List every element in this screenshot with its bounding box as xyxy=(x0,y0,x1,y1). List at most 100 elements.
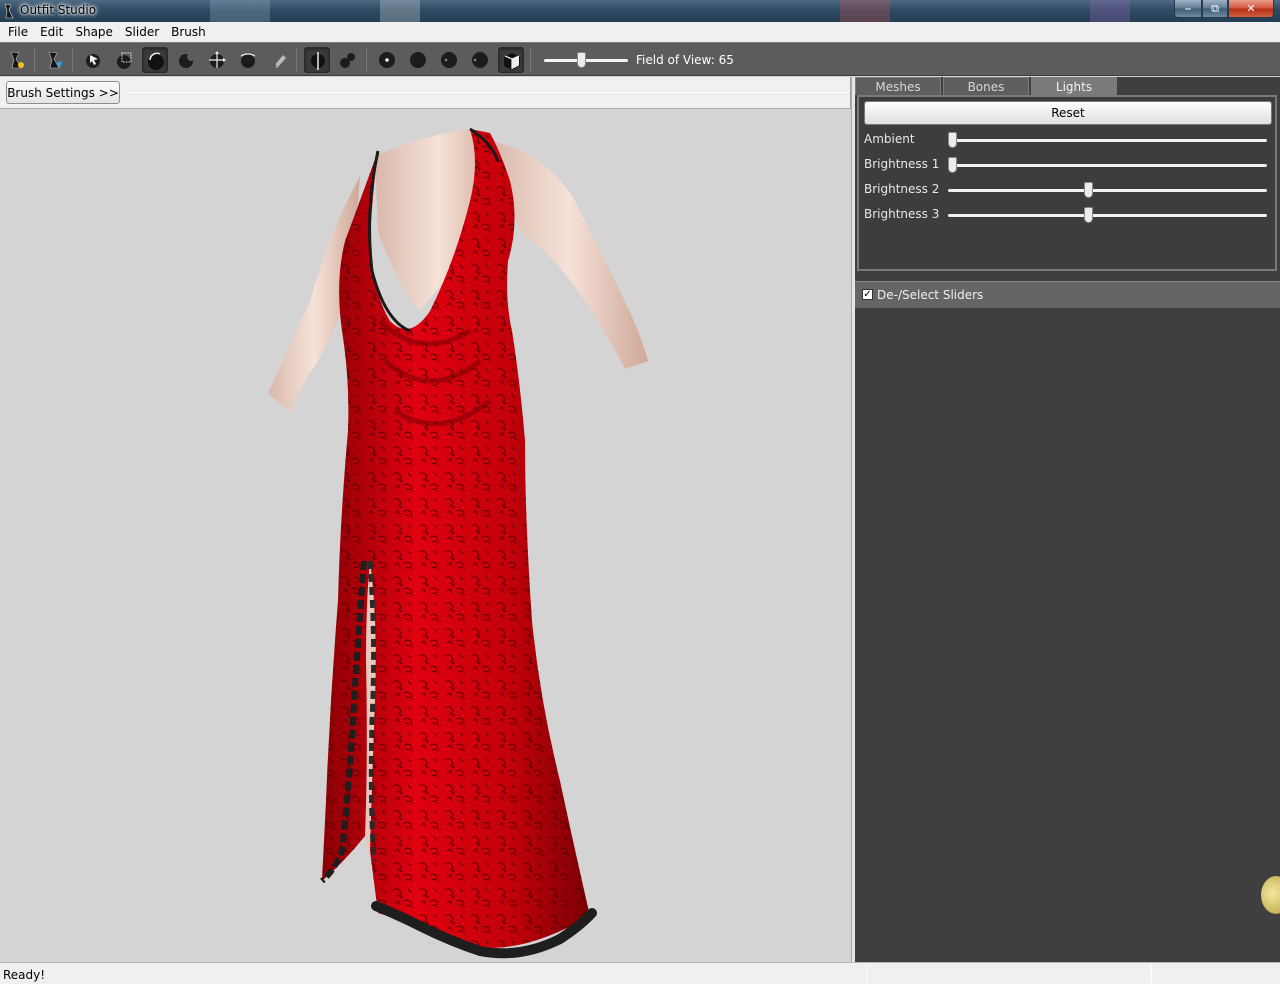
restore-icon: ⧉ xyxy=(1211,1,1219,15)
smooth-brush-button[interactable] xyxy=(235,47,261,73)
minimize-button[interactable]: ⎯ xyxy=(1174,0,1202,18)
brightness-3-row: Brightness 3 xyxy=(864,205,1274,225)
mask-brush-button[interactable] xyxy=(111,47,137,73)
brush-size-xlarge-button[interactable] xyxy=(467,47,493,73)
menu-bar: File Edit Shape Slider Brush xyxy=(0,22,1280,42)
tab-meshes[interactable]: Meshes xyxy=(855,77,941,95)
brush-settings-bar: Brush Settings >> xyxy=(0,77,851,108)
move-brush-icon xyxy=(209,51,226,68)
lights-panel: Reset Ambient Brightness 1 Brightness 2 … xyxy=(857,95,1277,271)
right-arm xyxy=(490,141,648,369)
brightness-3-label: Brightness 3 xyxy=(864,207,940,221)
brightness-2-row: Brightness 2 xyxy=(864,180,1274,200)
brush-size-small-button[interactable] xyxy=(374,47,400,73)
field-of-view-label: Field of View: 65 xyxy=(636,53,734,67)
mask-brush-icon xyxy=(117,52,132,69)
load-reference-icon xyxy=(10,51,24,69)
brush-size-small-icon xyxy=(379,52,395,68)
panel-tabs: Meshes Bones Lights xyxy=(855,77,1280,95)
load-outfit-button[interactable] xyxy=(42,47,68,73)
connected-only-button[interactable] xyxy=(335,47,361,73)
ambient-row: Ambient xyxy=(864,130,1274,150)
view-cube-icon xyxy=(504,53,520,70)
status-text: Ready! xyxy=(3,968,46,982)
brightness-2-label: Brightness 2 xyxy=(864,182,940,196)
brush-size-medium-icon xyxy=(410,52,426,68)
3d-viewport[interactable] xyxy=(0,108,851,962)
select-sliders-label: De-/Select Sliders xyxy=(877,288,984,302)
mirror-icon xyxy=(311,52,325,70)
app-icon xyxy=(4,3,14,19)
tab-lights[interactable]: Lights xyxy=(1031,77,1117,95)
load-outfit-icon xyxy=(48,51,62,69)
field-of-view-track xyxy=(544,59,628,62)
menu-shape[interactable]: Shape xyxy=(69,25,119,39)
brightness-3-slider-thumb[interactable] xyxy=(1084,207,1094,223)
close-button[interactable]: ✕ xyxy=(1228,0,1274,18)
screen-edge-handle xyxy=(1261,876,1280,914)
slider-list[interactable] xyxy=(855,308,1280,962)
slider-list-header: ✓ De-/Select Sliders xyxy=(855,281,1280,308)
select-brush-icon xyxy=(86,54,100,68)
toolbar-separator xyxy=(530,48,531,72)
brightness-1-slider[interactable] xyxy=(948,164,1267,167)
brush-settings-divider xyxy=(125,92,848,93)
brightness-3-slider[interactable] xyxy=(948,214,1267,217)
brightness-1-label: Brightness 1 xyxy=(864,157,940,171)
minimize-icon: ⎯ xyxy=(1185,1,1191,15)
window-title: Outfit Studio xyxy=(20,3,97,17)
ambient-slider-thumb[interactable] xyxy=(948,132,957,148)
brush-size-medium-button[interactable] xyxy=(405,47,431,73)
move-brush-button[interactable] xyxy=(204,47,230,73)
menu-file[interactable]: File xyxy=(2,25,34,39)
weight-brush-icon xyxy=(272,55,286,68)
toolbar-separator xyxy=(34,48,35,72)
inflate-brush-button[interactable] xyxy=(142,47,168,73)
title-bar-reflection xyxy=(1090,0,1130,22)
toolbar-separator xyxy=(72,48,73,72)
model-render xyxy=(268,127,648,959)
brightness-2-slider[interactable] xyxy=(948,189,1267,192)
ambient-label: Ambient xyxy=(864,132,915,146)
field-of-view-slider[interactable] xyxy=(544,51,628,69)
slit-ruffle-inner xyxy=(367,560,377,862)
brightness-1-row: Brightness 1 xyxy=(864,155,1274,175)
toolbar-separator xyxy=(296,48,297,72)
select-sliders-checkbox[interactable]: ✓ xyxy=(862,289,873,300)
menu-brush[interactable]: Brush xyxy=(165,25,212,39)
status-divider xyxy=(1151,965,1152,983)
inflate-brush-icon xyxy=(148,52,164,70)
deflate-brush-button[interactable] xyxy=(173,47,199,73)
brush-settings-button[interactable]: Brush Settings >> xyxy=(6,81,120,104)
status-bar: Ready! xyxy=(0,962,1280,984)
status-divider xyxy=(866,965,867,983)
toolbar: Field of View: 65 xyxy=(0,42,1280,76)
menu-edit[interactable]: Edit xyxy=(34,25,69,39)
title-bar-reflection xyxy=(840,0,890,22)
smooth-brush-icon xyxy=(240,53,256,68)
title-bar-reflection xyxy=(210,0,270,22)
menu-slider[interactable]: Slider xyxy=(119,25,165,39)
select-brush-button[interactable] xyxy=(80,47,106,73)
maximize-button[interactable]: ⧉ xyxy=(1202,0,1228,18)
title-bar-reflection xyxy=(380,0,420,22)
ambient-slider[interactable] xyxy=(948,139,1267,142)
deflate-brush-icon xyxy=(179,53,195,68)
tab-bones[interactable]: Bones xyxy=(943,77,1029,95)
reset-button[interactable]: Reset xyxy=(864,101,1272,125)
brush-size-large-button[interactable] xyxy=(436,47,462,73)
mirror-button[interactable] xyxy=(304,47,330,73)
right-panel: Meshes Bones Lights Reset Ambient Bright… xyxy=(855,77,1280,962)
view-cube-button[interactable] xyxy=(498,47,524,73)
brush-size-xlarge-icon xyxy=(472,52,488,68)
brightness-1-slider-thumb[interactable] xyxy=(948,157,957,173)
toolbar-separator xyxy=(366,48,367,72)
brightness-2-slider-thumb[interactable] xyxy=(1084,182,1094,198)
connected-only-icon xyxy=(340,53,355,68)
brush-size-large-icon xyxy=(441,52,457,68)
title-bar: Outfit Studio ⎯ ⧉ ✕ xyxy=(0,0,1280,22)
field-of-view-thumb[interactable] xyxy=(577,52,586,68)
close-icon: ✕ xyxy=(1246,2,1256,15)
weight-brush-button[interactable] xyxy=(266,47,292,73)
load-reference-button[interactable] xyxy=(4,47,30,73)
